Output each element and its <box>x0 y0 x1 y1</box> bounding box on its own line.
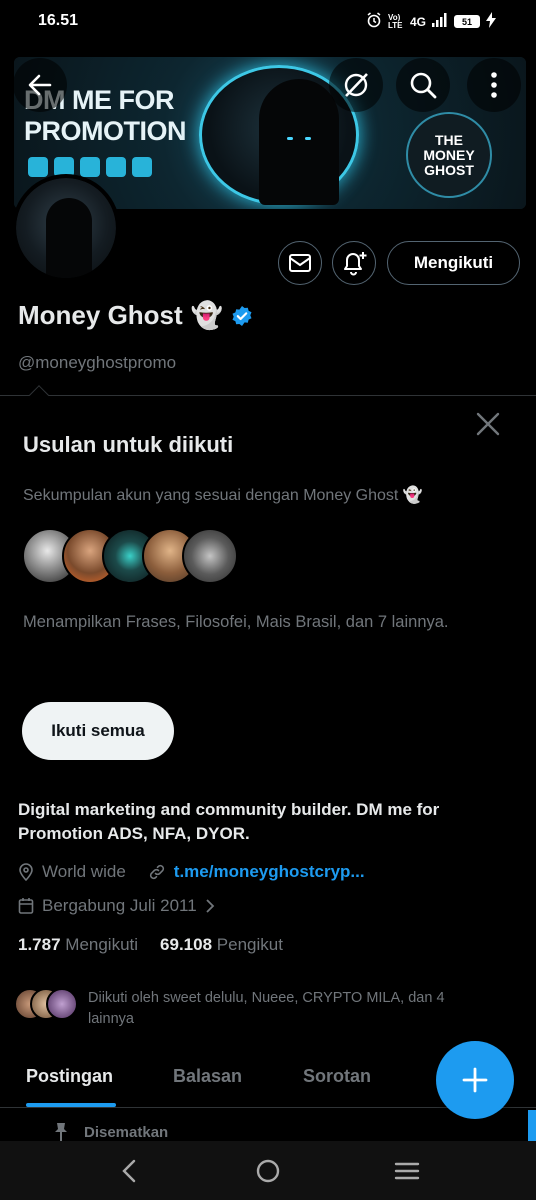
following-count-link[interactable]: 1.787 Mengikuti <box>18 935 138 955</box>
profile-joined-row[interactable]: Bergabung Juli 2011 <box>18 896 215 916</box>
alarm-icon <box>366 12 382 31</box>
followed-by-avatars <box>14 988 78 1022</box>
bell-plus-icon <box>344 252 367 276</box>
suggestions-description: Menampilkan Frases, Filosofei, Mais Bras… <box>23 613 449 631</box>
more-vertical-icon <box>491 72 497 98</box>
followers-count: 69.108 <box>160 935 213 954</box>
eye-glow <box>305 137 311 140</box>
nav-back-button[interactable] <box>107 1149 151 1193</box>
instagram-icon <box>132 157 152 177</box>
following-button[interactable]: Mengikuti <box>387 241 520 285</box>
nav-home-button[interactable] <box>246 1149 290 1193</box>
followers-count-link[interactable]: 69.108 Pengikut <box>160 935 283 955</box>
grok-button[interactable] <box>329 58 383 112</box>
nav-recents-button[interactable] <box>385 1149 429 1193</box>
notifications-button[interactable] <box>332 241 376 285</box>
followed-by-text: Diikuti oleh sweet delulu, Nueee, CRYPTO… <box>88 990 445 1027</box>
profile-avatar[interactable] <box>12 174 120 282</box>
signal-icon <box>432 13 448 30</box>
banner-hooded-figure <box>259 79 339 205</box>
compose-post-button[interactable] <box>436 1041 514 1119</box>
calendar-icon <box>18 898 34 914</box>
suggested-avatars[interactable] <box>22 528 238 584</box>
profile-meta-row: World wide t.me/moneyghostcryp... <box>18 862 365 882</box>
status-bar: 16.51 Vo) LTE 4G 51 <box>0 0 536 44</box>
chevron-right-icon <box>206 899 214 913</box>
tab-highlights[interactable]: Sorotan <box>303 1066 371 1087</box>
profile-name-row: Money Ghost 👻 <box>18 300 253 331</box>
profile-joined: Bergabung Juli 2011 <box>42 896 197 915</box>
battery-icon: 51 <box>454 15 480 28</box>
profile-location: World wide <box>42 862 126 881</box>
suggestions-subtitle: Sekumpulan akun yang sesuai dengan Money… <box>23 487 423 504</box>
verified-badge-icon[interactable] <box>231 305 253 327</box>
followers-label: Pengikut <box>216 935 283 954</box>
home-circle-icon <box>256 1159 280 1182</box>
avatar-hooded-figure <box>46 198 92 278</box>
location-pin-icon <box>19 863 33 881</box>
dismiss-suggestions-button[interactable] <box>474 410 502 438</box>
profile-handle: @moneyghostpromo <box>18 353 177 372</box>
suggestions-title: Usulan untuk diikuti <box>23 432 234 457</box>
profile-website-link[interactable]: t.me/moneyghostcryp... <box>174 862 365 882</box>
suggestions-notch <box>29 385 49 405</box>
volte-label: Vo) LTE <box>387 12 403 30</box>
system-nav-bar <box>0 1141 536 1200</box>
following-count: 1.787 <box>18 935 61 954</box>
follower-avatar <box>46 988 78 1020</box>
menu-icon <box>394 1162 419 1179</box>
follow-counts: 1.787 Mengikuti 69.108 Pengikut <box>18 935 283 955</box>
ghost-emoji: 👻 <box>190 300 224 330</box>
search-button[interactable] <box>396 58 450 112</box>
profile-name: Money Ghost <box>18 300 183 330</box>
chevron-left-icon <box>122 1159 136 1182</box>
pinned-post-label: Disematkan <box>52 1122 168 1142</box>
tab-replies[interactable]: Balasan <box>173 1066 242 1087</box>
followed-by-row[interactable]: Diikuti oleh sweet delulu, Nueee, CRYPTO… <box>14 988 484 1030</box>
active-tab-indicator <box>26 1103 116 1107</box>
follow-all-button[interactable]: Ikuti semua <box>22 702 174 760</box>
status-time: 16.51 <box>38 12 79 29</box>
network-label: 4G <box>409 14 426 29</box>
message-button[interactable] <box>278 241 322 285</box>
youtube-icon <box>80 157 100 177</box>
pin-icon <box>55 1123 67 1141</box>
grok-icon <box>344 73 368 97</box>
twitter-icon <box>106 157 126 177</box>
eye-glow <box>287 137 293 140</box>
profile-bio: Digital marketing and community builder.… <box>18 800 440 843</box>
back-button[interactable] <box>13 58 67 112</box>
link-icon <box>149 864 164 880</box>
post-preview-edge <box>528 1110 536 1142</box>
telegram-icon <box>28 157 48 177</box>
status-icons: Vo) LTE 4G 51 <box>366 12 496 31</box>
banner-logo: THE MONEY GHOST <box>406 112 492 198</box>
banner-social-icons <box>28 157 152 177</box>
plus-icon <box>462 1067 488 1093</box>
suggestions-divider <box>0 395 536 396</box>
arrow-left-icon <box>28 74 52 96</box>
pinned-text: Disematkan <box>84 1123 169 1141</box>
following-label: Mengikuti <box>65 935 139 954</box>
suggested-avatar <box>182 528 238 584</box>
more-options-button[interactable] <box>467 58 521 112</box>
search-icon <box>410 72 437 99</box>
charging-icon <box>486 12 496 31</box>
mail-icon <box>289 254 311 272</box>
close-icon <box>476 412 500 436</box>
tab-posts[interactable]: Postingan <box>26 1066 113 1087</box>
